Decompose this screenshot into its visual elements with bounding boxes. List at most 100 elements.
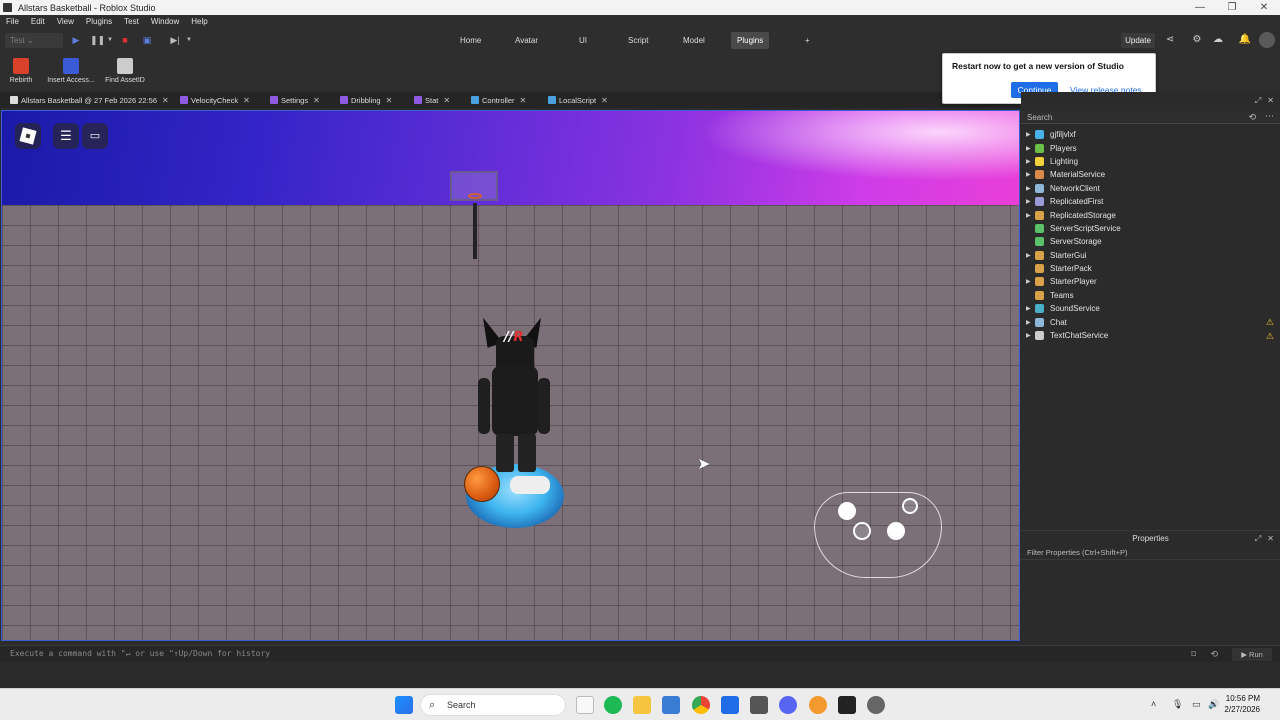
close-button[interactable]: ✕ <box>1248 0 1280 15</box>
find-assetid-plugin-button[interactable]: Find AssetID <box>104 58 146 84</box>
menu-help[interactable]: Help <box>191 17 207 26</box>
cloud-icon[interactable]: ☁ <box>1211 34 1225 46</box>
expand-arrow-icon[interactable]: ▶ <box>1026 212 1035 219</box>
menu-plugins[interactable]: Plugins <box>86 17 112 26</box>
expand-arrow-icon[interactable]: ▶ <box>1026 319 1035 326</box>
history-icon[interactable]: ⟲ <box>1210 649 1218 660</box>
menu-window[interactable]: Window <box>151 17 179 26</box>
tree-item-teams[interactable]: Teams <box>1021 289 1280 302</box>
file-icon[interactable] <box>576 696 594 714</box>
chevron-up-icon[interactable]: ˄ <box>1151 699 1156 709</box>
rebirth-plugin-button[interactable]: Rebirth <box>8 58 34 84</box>
chrome-icon[interactable] <box>692 696 710 714</box>
menu-view[interactable]: View <box>57 17 74 26</box>
minimize-button[interactable]: — <box>1184 0 1216 15</box>
run-button[interactable]: ▶ Run <box>1232 648 1272 661</box>
taskbar-search[interactable]: ⌕ Search <box>420 694 566 716</box>
filter-properties-input[interactable]: Filter Properties (Ctrl+Shift+P) <box>1021 548 1280 560</box>
share-icon[interactable]: ⋖ <box>1163 34 1177 46</box>
insert-access-plugin-button[interactable]: Insert Access... <box>46 58 96 84</box>
tree-item-serverstorage[interactable]: ServerStorage <box>1021 235 1280 248</box>
game-viewport[interactable]: ☰ ▭ //R ➤ <box>1 110 1020 641</box>
expand-arrow-icon[interactable]: ▶ <box>1026 278 1035 285</box>
warning-icon[interactable]: ⚠ <box>1266 331 1274 342</box>
expand-arrow-icon[interactable]: ▶ <box>1026 158 1035 165</box>
notifications-icon[interactable]: 🔔 <box>1238 34 1252 46</box>
tree-item-textchatservice[interactable]: ▶ TextChatService ⚠ <box>1021 329 1280 342</box>
steam-icon[interactable] <box>750 696 768 714</box>
menu-test[interactable]: Test <box>124 17 139 26</box>
tab-script[interactable]: Script <box>622 32 654 49</box>
close-icon[interactable]: ✕ <box>386 96 393 105</box>
doc-tab-localscript[interactable]: LocalScript ✕ <box>548 92 608 108</box>
tree-item-workspace[interactable]: ▶ gjfiljvlxf <box>1021 128 1280 141</box>
tree-item-chat[interactable]: ▶ Chat ⚠ <box>1021 315 1280 328</box>
doc-tab-dribbling[interactable]: Dribbling ✕ <box>340 92 392 108</box>
expand-arrow-icon[interactable]: ▶ <box>1026 305 1035 312</box>
expand-arrow-icon[interactable]: ▶ <box>1026 145 1035 152</box>
close-icon[interactable]: ✕ <box>520 96 527 105</box>
chat-icon[interactable]: ▭ <box>82 123 108 149</box>
store-icon[interactable] <box>662 696 680 714</box>
doc-tab-controller[interactable]: Controller ✕ <box>471 92 526 108</box>
collaborate-icon[interactable]: ⚙ <box>1190 34 1204 46</box>
network-icon[interactable]: ▭ <box>1192 699 1201 710</box>
more-options-icon[interactable]: ⋯ <box>1265 110 1274 123</box>
tree-item-serverscriptservice[interactable]: ServerScriptService <box>1021 222 1280 235</box>
doc-tab-stat[interactable]: Stat ✕ <box>414 92 450 108</box>
tree-item-replicatedfirst[interactable]: ▶ ReplicatedFirst <box>1021 195 1280 208</box>
tree-item-starterplayer[interactable]: ▶ StarterPlayer <box>1021 275 1280 288</box>
avatar[interactable] <box>1259 32 1275 48</box>
roblox-menu-button[interactable] <box>15 123 41 149</box>
tab-home[interactable]: Home <box>454 32 487 49</box>
close-icon[interactable]: ✕ <box>1267 96 1274 106</box>
doc-tab-velocitycheck[interactable]: VelocityCheck ✕ <box>180 92 250 108</box>
undock-icon[interactable]: ⤢ <box>1255 534 1261 544</box>
close-icon[interactable]: ✕ <box>1267 534 1274 544</box>
close-icon[interactable]: ✕ <box>162 96 169 105</box>
expand-arrow-icon[interactable]: ▶ <box>1026 198 1035 205</box>
tree-item-networkclient[interactable]: ▶ NetworkClient <box>1021 182 1280 195</box>
expand-arrow-icon[interactable]: ▶ <box>1026 332 1035 339</box>
file-explorer-icon[interactable] <box>633 696 651 714</box>
explorer-search-input[interactable]: Search ⟲ ⋯ <box>1021 111 1280 124</box>
tab-model[interactable]: Model <box>677 32 711 49</box>
menu-edit[interactable]: Edit <box>31 17 45 26</box>
close-icon[interactable]: ✕ <box>601 96 608 105</box>
discord-icon[interactable] <box>779 696 797 714</box>
menu-file[interactable]: File <box>6 17 19 26</box>
roblox-studio-taskbar-icon[interactable] <box>838 696 856 714</box>
expand-arrow-icon[interactable]: ▶ <box>1026 131 1035 138</box>
tree-item-starterpack[interactable]: StarterPack <box>1021 262 1280 275</box>
tab-plugins[interactable]: Plugins <box>731 32 770 49</box>
tree-item-replicatedstorage[interactable]: ▶ ReplicatedStorage <box>1021 208 1280 221</box>
hamburger-menu-icon[interactable]: ☰ <box>53 123 79 149</box>
doc-tab-place[interactable]: Allstars Basketball @ 27 Feb 2026 22:56 ✕ <box>10 92 169 108</box>
tree-item-materialservice[interactable]: ▶ MaterialService <box>1021 168 1280 181</box>
update-button[interactable]: Update <box>1121 33 1155 48</box>
browser-icon[interactable] <box>809 696 827 714</box>
expand-arrow-icon[interactable]: ▶ <box>1026 185 1035 192</box>
tree-item-players[interactable]: ▶ Players <box>1021 141 1280 154</box>
command-input[interactable]: Execute a command with "↵ or use "↑Up/Do… <box>10 649 270 658</box>
expand-arrow-icon[interactable]: ▶ <box>1026 171 1035 178</box>
warning-icon[interactable]: ⚠ <box>1266 317 1274 328</box>
close-icon[interactable]: ✕ <box>313 96 320 105</box>
expand-arrow-icon[interactable]: ▶ <box>1026 252 1035 259</box>
spotify-icon[interactable] <box>604 696 622 714</box>
doc-tab-settings[interactable]: Settings ✕ <box>270 92 320 108</box>
clock[interactable]: 10:56 PM 2/27/2026 <box>1224 693 1260 715</box>
tab-avatar[interactable]: Avatar <box>509 32 544 49</box>
close-icon[interactable]: ✕ <box>243 96 250 105</box>
tab-add[interactable]: + <box>799 32 816 49</box>
close-icon[interactable]: ✕ <box>443 96 450 105</box>
roblox-player-icon[interactable] <box>867 696 885 714</box>
gamepad-icon[interactable] <box>814 486 944 578</box>
history-icon[interactable]: ⟲ <box>1248 111 1256 124</box>
app-icon[interactable] <box>721 696 739 714</box>
volume-icon[interactable]: 🔊 <box>1208 699 1219 710</box>
maximize-button[interactable]: ❐ <box>1216 0 1248 15</box>
undock-icon[interactable]: ⤢ <box>1255 96 1261 106</box>
microphone-icon[interactable]: 🎙 <box>1172 699 1183 710</box>
bookmark-icon[interactable]: ⌑ <box>1191 649 1196 660</box>
